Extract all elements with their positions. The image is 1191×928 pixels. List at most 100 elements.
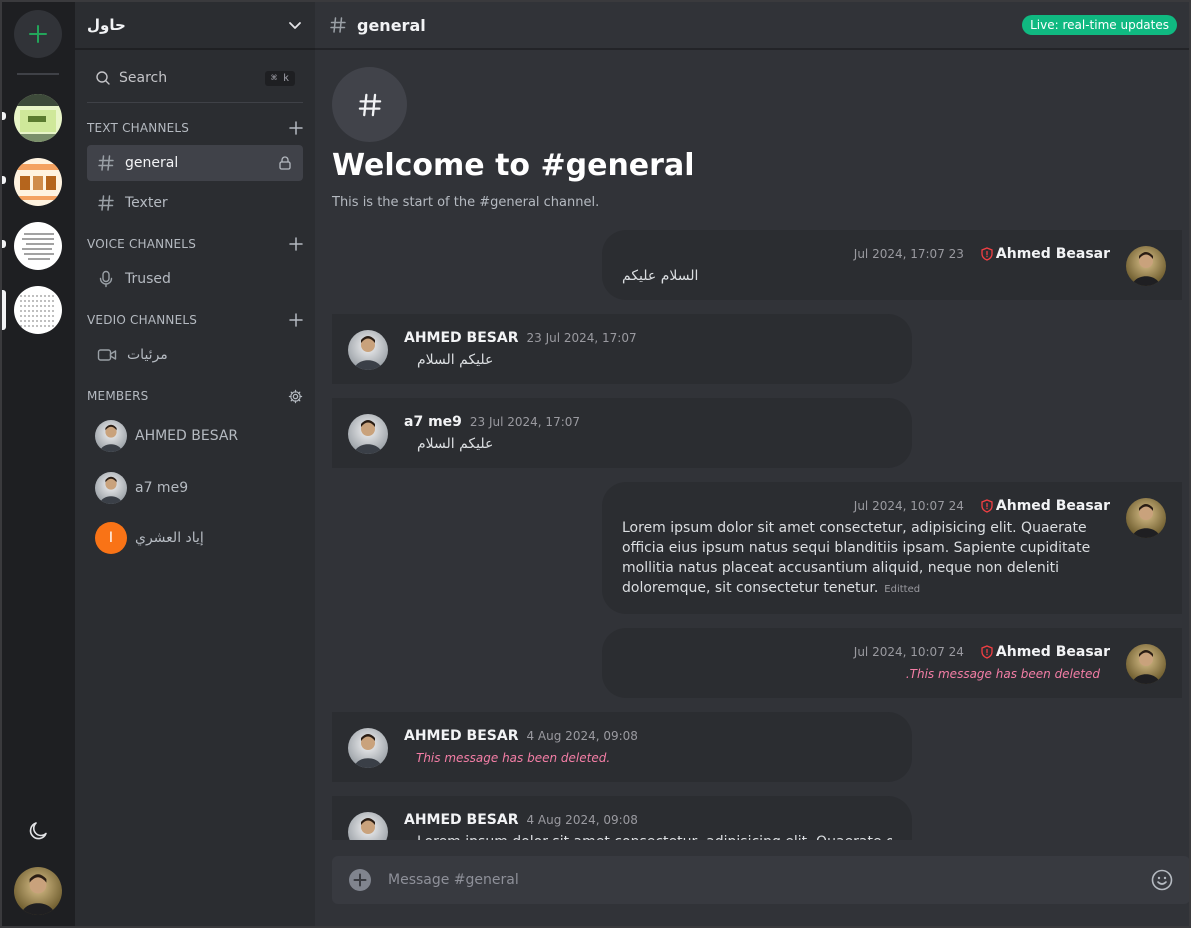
channel-texter[interactable]: Texter (87, 185, 303, 221)
server-icon-2[interactable] (14, 158, 62, 206)
message-item[interactable]: AHMED BESAR 23 Jul 2024, 17:07 عليكم الس… (332, 314, 912, 384)
server-header[interactable]: حاول (75, 2, 315, 50)
avatar[interactable] (1126, 644, 1166, 684)
message-item[interactable]: Jul 2024, 10:07 24 Ahmed Beasar .This me… (602, 628, 1182, 698)
avatar-image (348, 330, 388, 370)
section-title: VEDIO CHANNELS (87, 313, 198, 327)
welcome-subtitle: This is the start of the #general channe… (332, 195, 600, 210)
user-avatar[interactable] (14, 867, 62, 915)
avatar-image (95, 472, 127, 504)
chat-app: حاول Search ⌘ k TEXT CHANNELS general Te… (0, 0, 1191, 928)
message-author[interactable]: AHMED BESAR (404, 812, 518, 828)
live-status-badge: Live: real-time updates (1022, 15, 1177, 35)
message-input[interactable] (388, 872, 1150, 888)
channel-general[interactable]: general (87, 145, 303, 181)
channel-video[interactable]: مرئيات (87, 337, 303, 373)
server-name: حاول (87, 16, 126, 34)
message-text: عليكم السلام (417, 436, 494, 452)
avatar[interactable] (1126, 498, 1166, 538)
message-header: Jul 2024, 10:07 24 Ahmed Beasar (854, 498, 1110, 514)
message-item[interactable]: Jul 2024, 10:07 24 Ahmed Beasar Lorem ip… (602, 482, 1182, 614)
text-channels-section: TEXT CHANNELS (87, 118, 303, 138)
avatar[interactable] (1126, 246, 1166, 286)
search-button[interactable]: Search ⌘ k (87, 60, 303, 96)
message-item[interactable]: AHMED BESAR 4 Aug 2024, 09:08 Lorem ipsu… (332, 796, 912, 840)
channel-trused[interactable]: Trused (87, 261, 303, 297)
member-name: a7 me9 (135, 480, 189, 496)
message-author[interactable]: Ahmed Beasar (996, 644, 1110, 660)
add-video-channel-icon[interactable] (289, 313, 303, 327)
avatar-image (1126, 246, 1166, 286)
deleted-message-text: This message has been deleted. (416, 751, 611, 765)
message-timestamp: 23 Jul 2024, 17:07 (469, 415, 581, 429)
add-text-channel-icon[interactable] (289, 121, 303, 135)
avatar-image (348, 728, 388, 768)
initial-avatar: I (95, 522, 127, 554)
server-indicator-selected (2, 290, 6, 330)
avatar[interactable] (348, 728, 388, 768)
message-author[interactable]: Ahmed Beasar (996, 246, 1110, 262)
message-timestamp: 4 Aug 2024, 09:08 (526, 813, 638, 827)
avatar-image (1126, 644, 1166, 684)
server-indicator (2, 240, 6, 248)
message-text: السلام عليكم (622, 268, 699, 284)
avatar[interactable] (348, 414, 388, 454)
avatar[interactable] (348, 330, 388, 370)
message-author[interactable]: a7 me9 (404, 414, 462, 430)
avatar-image (95, 420, 127, 452)
sidebar-divider (87, 102, 303, 103)
server-indicator (2, 112, 6, 120)
message-header: AHMED BESAR 4 Aug 2024, 09:08 (404, 728, 638, 744)
message-timestamp: 23 Jul 2024, 17:07 (526, 331, 637, 345)
plus-icon (29, 25, 47, 43)
channel-label: general (125, 155, 179, 171)
message-author[interactable]: AHMED BESAR (404, 728, 518, 744)
message-text: Lorem ipsum dolor sit amet consectetur, … (417, 832, 892, 840)
channel-hash-badge (332, 67, 407, 142)
lock-icon (279, 156, 291, 170)
search-icon (96, 71, 110, 85)
hashtag-icon (330, 17, 346, 33)
chevron-down-icon (289, 22, 301, 29)
theme-toggle-button[interactable] (26, 819, 50, 843)
member-item[interactable]: AHMED BESAR (87, 416, 303, 456)
channel-label: Trused (125, 271, 171, 287)
avatar-image (1126, 498, 1166, 538)
shield-alert-icon (981, 499, 993, 513)
gear-icon[interactable] (288, 389, 303, 404)
server-icon-1[interactable] (14, 94, 62, 142)
server-icon-3[interactable] (14, 222, 62, 270)
moon-icon (29, 822, 47, 840)
avatar-image (348, 414, 388, 454)
add-voice-channel-icon[interactable] (289, 237, 303, 251)
add-server-button[interactable] (14, 10, 62, 58)
emoji-icon[interactable] (1150, 868, 1174, 892)
message-timestamp: 4 Aug 2024, 09:08 (526, 729, 638, 743)
message-timestamp: Jul 2024, 17:07 23 (853, 247, 964, 261)
avatar[interactable] (348, 812, 388, 840)
message-author[interactable]: AHMED BESAR (404, 330, 518, 346)
video-camera-icon (97, 349, 117, 361)
message-item[interactable]: AHMED BESAR 4 Aug 2024, 09:08 This messa… (332, 712, 912, 782)
avatar (95, 472, 127, 504)
message-author[interactable]: Ahmed Beasar (996, 498, 1110, 514)
server-icon-4[interactable] (14, 286, 62, 334)
message-item[interactable]: a7 me9 23 Jul 2024, 17:07 عليكم السلام (332, 398, 912, 468)
message-timestamp: Jul 2024, 10:07 24 (853, 645, 964, 659)
shield-alert-icon (981, 645, 993, 659)
welcome-title: Welcome to #general (332, 148, 695, 183)
member-item[interactable]: a7 me9 (87, 468, 303, 508)
member-name: إياد العشري (135, 530, 204, 546)
server-thumbnail (14, 222, 62, 270)
add-attachment-icon[interactable] (348, 868, 372, 892)
channel-header: general Live: real-time updates (315, 2, 1189, 50)
server-indicator (2, 176, 6, 184)
section-title: TEXT CHANNELS (87, 121, 190, 135)
message-timestamp: Jul 2024, 10:07 24 (853, 499, 964, 513)
deleted-message-text: .This message has been deleted (905, 667, 1100, 681)
message-header: AHMED BESAR 4 Aug 2024, 09:08 (404, 812, 638, 828)
section-title: VOICE CHANNELS (87, 237, 197, 251)
member-item[interactable]: I إياد العشري (87, 518, 303, 558)
server-thumbnail (14, 94, 62, 142)
message-item[interactable]: Jul 2024, 17:07 23 Ahmed Beasar السلام ع… (602, 230, 1182, 300)
